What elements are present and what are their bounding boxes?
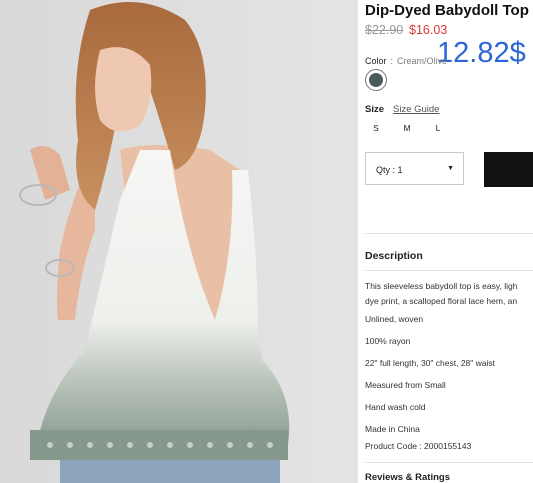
description-line: This sleeveless babydoll top is easy, li… xyxy=(365,281,518,291)
size-option-m[interactable]: M xyxy=(400,123,414,133)
divider xyxy=(365,233,533,234)
product-code: Product Code : 2000155143 xyxy=(365,441,472,451)
size-option-s[interactable]: S xyxy=(369,123,383,133)
caret-down-icon: ▼ xyxy=(447,165,454,172)
detail-item: Made in China xyxy=(365,424,420,434)
color-separator: : xyxy=(390,56,394,66)
divider xyxy=(365,462,533,463)
color-label: Color xyxy=(365,56,387,66)
description-title: Description xyxy=(365,250,423,262)
sale-price: $16.03 xyxy=(409,23,448,37)
description-text: This sleeveless babydoll top is easy, li… xyxy=(365,279,533,309)
detail-item: Measured from Small xyxy=(365,380,446,390)
product-title: Dip-Dyed Babydoll Top xyxy=(365,2,529,19)
detail-item: Hand wash cold xyxy=(365,402,426,412)
detail-item: 100% rayon xyxy=(365,336,411,346)
reviews-title[interactable]: Reviews & Ratings xyxy=(365,472,450,483)
quantity-select[interactable]: Qty : 1 ▼ xyxy=(365,152,464,185)
quantity-label: Qty : 1 xyxy=(376,165,403,175)
color-swatch-cream-olive[interactable] xyxy=(365,69,387,91)
product-info-panel: Dip-Dyed Babydoll Top $22.90 $16.03 12.8… xyxy=(365,0,533,483)
divider xyxy=(365,270,533,271)
detail-item: Unlined, woven xyxy=(365,314,424,324)
color-value: Cream/Olive xyxy=(397,56,448,66)
description-line: dye print, a scalloped floral lace hem, … xyxy=(365,296,518,306)
detail-item: 22" full length, 30" chest, 28" waist xyxy=(365,358,496,368)
add-to-bag-button[interactable] xyxy=(484,152,533,187)
color-row: Color: Cream/Olive xyxy=(365,56,447,66)
size-guide-link[interactable]: Size Guide xyxy=(393,104,439,115)
original-price: $22.90 xyxy=(365,23,404,37)
model-illustration xyxy=(0,0,358,483)
size-option-l[interactable]: L xyxy=(431,123,445,133)
size-label: Size xyxy=(365,104,385,115)
product-photo[interactable] xyxy=(0,0,358,483)
overlay-price: 12.82$ xyxy=(437,37,526,69)
